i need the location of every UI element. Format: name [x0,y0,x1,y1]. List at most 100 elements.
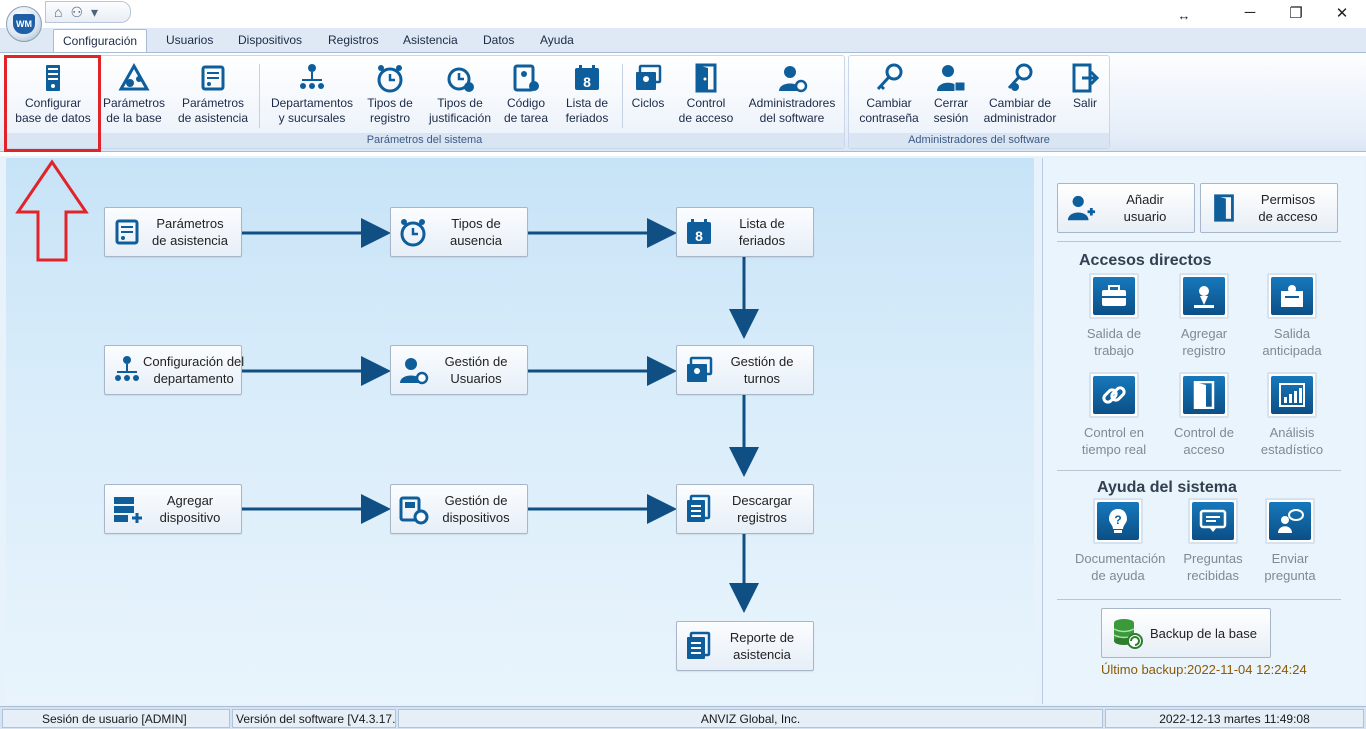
rbtn-label-2: sesión [933,111,969,125]
change-admin-button[interactable]: Cambiar de administrador [979,62,1061,134]
help-send-question[interactable]: Enviar pregunta [1247,498,1333,584]
flow-node-download-records[interactable]: Descargar registros [676,484,814,534]
shortcut-control-acceso[interactable]: Control de acceso [1161,372,1247,458]
rbtn-label-1: Administradores [748,96,836,110]
tab-configuracion[interactable]: Configuración [53,29,148,52]
tab-ayuda[interactable]: Ayuda [531,29,583,52]
software-admins-button[interactable]: Administradores del software [743,62,841,134]
tab-datos[interactable]: Datos [474,29,523,52]
flow-node-user-management[interactable]: Gestión de Usuarios [390,345,528,395]
rbtn-label-2: administrador [983,111,1057,125]
base-params-button[interactable]: Parámetros de la base [97,62,171,134]
access-control-button[interactable]: Control de acceso [673,62,739,134]
svg-text:?: ? [1114,513,1121,527]
rbtn-label-2: y sucursales [278,111,346,125]
exit-button[interactable]: Salir [1065,62,1105,134]
svg-text:8: 8 [583,74,591,90]
help-label: Enviar pregunta [1264,551,1316,583]
resize-icon: ↔ [1177,8,1191,23]
ribbon-separator [622,64,623,128]
attendance-params-icon [201,65,225,91]
flow-node-label: Gestión de dispositivos [442,493,510,525]
add-user-button[interactable]: Añadir usuario [1057,183,1195,233]
shortcut-control-tiempo-real[interactable]: Control en tiempo real [1071,372,1157,458]
add-device-icon [114,497,142,523]
dropdown-icon[interactable]: ▾ [91,5,98,19]
rbtn-label-2: justificación [428,111,492,125]
flow-node-label: Agregar dispositivo [159,493,221,525]
rbtn-label-1: Control [686,96,726,110]
shortcut-agregar-registro[interactable]: Agregar registro [1161,273,1247,359]
flow-node-label: Reporte de asistencia [729,630,795,662]
holidays-list-button[interactable]: 8 Lista de feriados [553,62,621,134]
departments-button[interactable]: Departamentos y sucursales [265,62,359,134]
rbtn-label-1: Ciclos [631,96,665,110]
flow-node-shift-management[interactable]: Gestión de turnos [676,345,814,395]
link-icon [1102,386,1126,404]
ribbon-group-software-admins: Administradores del software Cambiar con… [848,55,1110,149]
minimize-button[interactable]: ─ [1240,4,1260,21]
rbtn-label-1: Tipos de [367,96,413,110]
cycles-button[interactable]: Ciclos [625,62,671,134]
flow-node-add-device[interactable]: Agregar dispositivo [104,484,242,534]
briefcase-icon [1102,285,1126,306]
logout-button[interactable]: Cerrar sesión [927,62,975,134]
download-records-icon [687,494,711,522]
departments-icon [115,356,139,381]
tab-usuarios[interactable]: Usuarios [157,29,222,52]
shortcut-salida-trabajo[interactable]: Salida de trabajo [1071,273,1157,359]
early-leave-icon [1281,285,1303,307]
shifts-icon [687,356,713,382]
help-label: Documentación de ayuda [1075,551,1166,583]
tab-asistencia[interactable]: Asistencia [394,29,467,52]
door-icon [695,63,717,93]
ribbon: Parámetros del sistema Configurar base d… [0,52,1366,152]
rbtn-label-1: Departamentos [270,96,354,110]
backup-database-button[interactable]: Backup de la base [1101,608,1271,658]
divider [1057,599,1341,600]
door-icon [1214,194,1234,222]
alarm-clock-icon [377,65,403,93]
shortcut-analisis-estadistico[interactable]: Análisis estadístico [1249,372,1335,458]
send-question-icon [1278,509,1304,533]
tab-dispositivos[interactable]: Dispositivos [229,29,311,52]
divider [1057,470,1341,471]
rbtn-label-2: del software [759,111,825,125]
flow-node-device-management[interactable]: Gestión de dispositivos [390,484,528,534]
flow-node-department-config[interactable]: Configuración del departamento [104,345,244,395]
help-questions-received[interactable]: Preguntas recibidas [1170,498,1256,584]
shortcuts-title: Accesos directos [1079,252,1212,269]
access-permissions-label: Permisos de acceso [1258,192,1318,224]
rbtn-label-1: Cambiar [866,96,912,110]
flow-node-holidays[interactable]: 8 Lista de feriados [676,207,814,257]
record-types-button[interactable]: Tipos de registro [359,62,421,134]
shortcut-label: Salida de trabajo [1086,326,1142,358]
access-permissions-button[interactable]: Permisos de acceso [1200,183,1338,233]
app-logo-button[interactable]: WM [6,6,42,42]
maximize-button[interactable]: ❐ [1286,4,1306,22]
shortcut-salida-anticipada[interactable]: Salida anticipada [1249,273,1335,359]
flow-node-attendance-params[interactable]: Parámetros de asistencia [104,207,242,257]
change-password-button[interactable]: Cambiar contraseña [855,62,923,134]
users-icon[interactable]: ⚇ [70,5,83,19]
help-label: Preguntas recibidas [1183,551,1243,583]
justification-types-button[interactable]: Tipos de justificación [421,62,499,134]
rbtn-label-2: de la base [106,111,162,125]
flow-node-absence-types[interactable]: Tipos de ausencia [390,207,528,257]
base-params-icon [118,62,150,91]
task-code-button[interactable]: Código de tarea [499,62,553,134]
flow-node-attendance-report[interactable]: Reporte de asistencia [676,621,814,671]
attendance-params-button[interactable]: Parámetros de asistencia [171,62,255,134]
add-user-icon [1067,195,1096,221]
close-button[interactable]: ✕ [1332,4,1352,22]
help-documentation[interactable]: ? Documentación de ayuda [1075,498,1166,584]
calendar-icon: 8 [575,65,599,90]
status-bar: Sesión de usuario [ADMIN] Versión del so… [0,706,1366,729]
rbtn-label-2: feriados [565,111,609,125]
tab-registros[interactable]: Registros [319,29,388,52]
questions-icon [1199,509,1227,532]
home-icon[interactable]: ⌂ [54,5,62,19]
add-user-label: Añadir usuario [1123,192,1167,224]
rbtn-label-1: Parámetros [181,96,245,110]
shortcut-label: Análisis estadístico [1260,425,1324,457]
